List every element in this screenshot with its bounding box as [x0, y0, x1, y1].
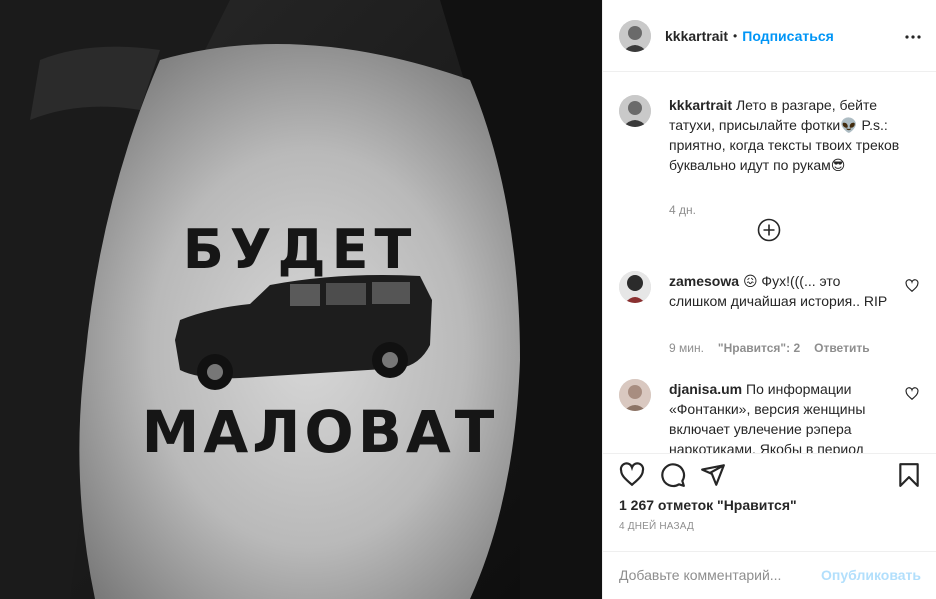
caption-time[interactable]: 4 дн.	[669, 203, 696, 217]
post-image[interactable]: БУДЕТ МАЛОВАТ	[0, 0, 602, 599]
comment-text-block: djanisa.um По информации «Фонтанки», вер…	[669, 379, 889, 453]
action-icons-row	[619, 462, 921, 488]
comments-list[interactable]: kkkartrait Лето в разгаре, бейте татухи,…	[603, 73, 936, 453]
author-username[interactable]: kkkartrait	[665, 28, 728, 44]
comment-avatar[interactable]	[619, 271, 651, 303]
comment-heart-icon[interactable]	[905, 387, 919, 401]
share-icon[interactable]	[700, 462, 726, 488]
post-date[interactable]: 4 ДНЕЙ НАЗАД	[619, 521, 694, 532]
comment-meta: 9 мин. "Нравится": 2 Ответить	[669, 341, 870, 355]
tattoo-top-text: БУДЕТ	[183, 218, 418, 281]
caption-avatar[interactable]	[619, 95, 651, 127]
comment-input[interactable]: Добавьте комментарий...	[619, 567, 819, 583]
caption-username[interactable]: kkkartrait	[669, 97, 732, 113]
post-comment-button[interactable]: Опубликовать	[821, 567, 921, 583]
comment-icon[interactable]	[660, 462, 686, 488]
tattoo-photo: БУДЕТ МАЛОВАТ	[0, 0, 602, 599]
comment-time[interactable]: 9 мин.	[669, 341, 704, 355]
comment-text-block: zamesowa 😖 Фух!(((... это слишком дичайш…	[669, 271, 889, 311]
follow-button[interactable]: Подписаться	[742, 28, 834, 44]
bookmark-icon[interactable]	[896, 462, 922, 488]
author-avatar[interactable]	[619, 19, 651, 52]
caption-text-block: kkkartrait Лето в разгаре, бейте татухи,…	[669, 95, 919, 175]
post-side-panel: kkkartrait • Подписаться kkkartrait Лето…	[602, 0, 936, 599]
comment-likes[interactable]: "Нравится": 2	[718, 341, 800, 355]
plus-circle-icon[interactable]	[757, 218, 781, 242]
comment-heart-icon[interactable]	[905, 279, 919, 293]
comment-username[interactable]: zamesowa	[669, 273, 739, 289]
post-header: kkkartrait • Подписаться	[603, 0, 936, 72]
likes-count[interactable]: 1 267 отметок "Нравится"	[619, 497, 797, 513]
comment-avatar[interactable]	[619, 379, 651, 411]
add-comment-bar: Добавьте комментарий... Опубликовать	[603, 551, 936, 599]
more-options-icon[interactable]	[905, 26, 921, 40]
separator-dot: •	[733, 28, 738, 43]
tattoo-bottom-text: МАЛОВАТ	[142, 398, 499, 466]
post-actions: 1 267 отметок "Нравится" 4 ДНЕЙ НАЗАД До…	[603, 453, 936, 599]
heart-icon[interactable]	[619, 462, 645, 488]
comment-username[interactable]: djanisa.um	[669, 381, 742, 397]
reply-button[interactable]: Ответить	[814, 341, 869, 355]
